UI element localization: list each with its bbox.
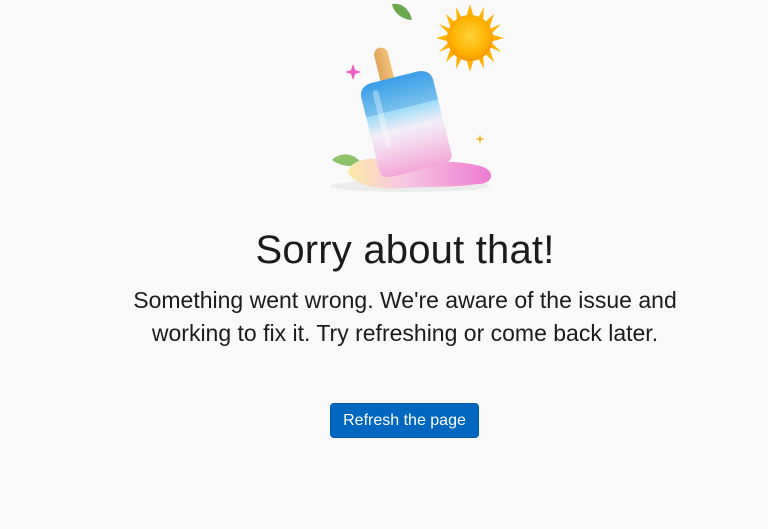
sparkle-icon — [345, 64, 361, 80]
refresh-page-button[interactable]: Refresh the page — [330, 403, 479, 438]
sparkle-icon — [475, 134, 485, 144]
page-title: Sorry about that! — [255, 228, 555, 272]
error-page: Sorry about that! Something went wrong. … — [0, 0, 768, 529]
error-message: Something went wrong. We're aware of the… — [133, 287, 677, 346]
melting-popsicle-illustration — [330, 3, 504, 192]
sun-icon — [436, 4, 504, 72]
leaf-icon — [392, 3, 412, 21]
